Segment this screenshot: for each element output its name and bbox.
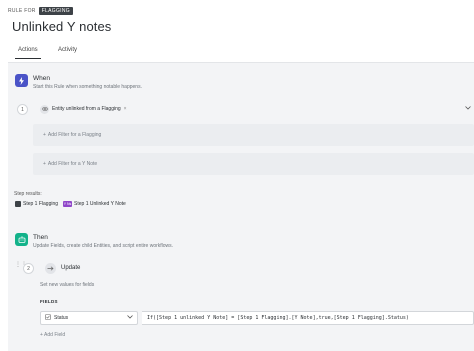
chevron-down-icon[interactable]: [465, 106, 471, 112]
flag-icon: [15, 201, 21, 207]
field-name: Status: [54, 315, 69, 321]
breadcrumb-prefix: RULE FOR: [8, 8, 36, 14]
checkbox-field-icon: [45, 314, 51, 322]
action-subtitle: Set new values for fields: [40, 282, 95, 288]
step-number-1: 1: [17, 104, 28, 115]
remove-trigger-icon[interactable]: ×: [124, 106, 127, 112]
add-filter-flagging-button[interactable]: + Add Filter for a Flagging: [33, 124, 474, 146]
plus-icon: +: [40, 332, 43, 338]
lightning-icon: [15, 74, 28, 87]
formula-input[interactable]: If([Step 1 unlinked Y Note] = [Step 1 Fl…: [142, 311, 474, 325]
step-results: Step 1 Flagging Y Ns Step 1 Unlinked Y N…: [15, 201, 126, 207]
tab-actions[interactable]: Actions: [15, 47, 41, 59]
result-chip-label: Step 1 Unlinked Y Note: [74, 201, 126, 207]
add-field-label: Add Field: [44, 332, 66, 338]
step-results-label: Step results:: [14, 191, 42, 197]
then-subtitle: Update Fields, create child Entities, an…: [33, 243, 174, 249]
result-chip-label: Step 1 Flagging: [23, 201, 59, 207]
when-subtitle: Start this Rule when something notable h…: [33, 84, 142, 90]
result-chip-flagging[interactable]: Step 1 Flagging: [15, 201, 58, 207]
trigger-selector[interactable]: Entity unlinked from a Flagging ×: [40, 104, 127, 114]
tab-bar: Actions Activity: [8, 42, 474, 63]
plus-icon: +: [43, 132, 46, 138]
note-badge-icon: Y Ns: [63, 201, 73, 207]
chevron-down-icon: [127, 315, 133, 321]
when-title: When: [33, 75, 50, 82]
plus-icon: +: [43, 161, 46, 167]
trigger-label: Entity unlinked from a Flagging: [52, 106, 121, 112]
fields-label: FIELDS: [40, 299, 58, 304]
add-filter-y-note-button[interactable]: + Add Filter for a Y Note: [33, 153, 474, 175]
page-title: Unlinked Y notes: [12, 19, 112, 34]
add-filter-label: Add Filter for a Y Note: [47, 161, 98, 167]
trigger-row[interactable]: Entity unlinked from a Flagging ×: [33, 102, 474, 116]
then-title: Then: [33, 234, 48, 241]
result-chip-y-note[interactable]: Y Ns Step 1 Unlinked Y Note: [63, 201, 126, 207]
arrow-right-icon: [45, 263, 56, 274]
breadcrumb: RULE FOR FLAGGING: [8, 7, 73, 15]
tab-activity[interactable]: Activity: [58, 47, 77, 53]
add-field-button[interactable]: + Add Field: [40, 332, 65, 338]
add-filter-label: Add Filter for a Flagging: [47, 132, 102, 138]
field-select[interactable]: Status: [40, 311, 138, 325]
action-title: Update: [61, 265, 81, 271]
step-number-2: 2: [23, 263, 34, 274]
breadcrumb-tag[interactable]: FLAGGING: [38, 7, 73, 15]
unlink-icon: [40, 104, 49, 114]
robot-icon: [15, 233, 28, 246]
